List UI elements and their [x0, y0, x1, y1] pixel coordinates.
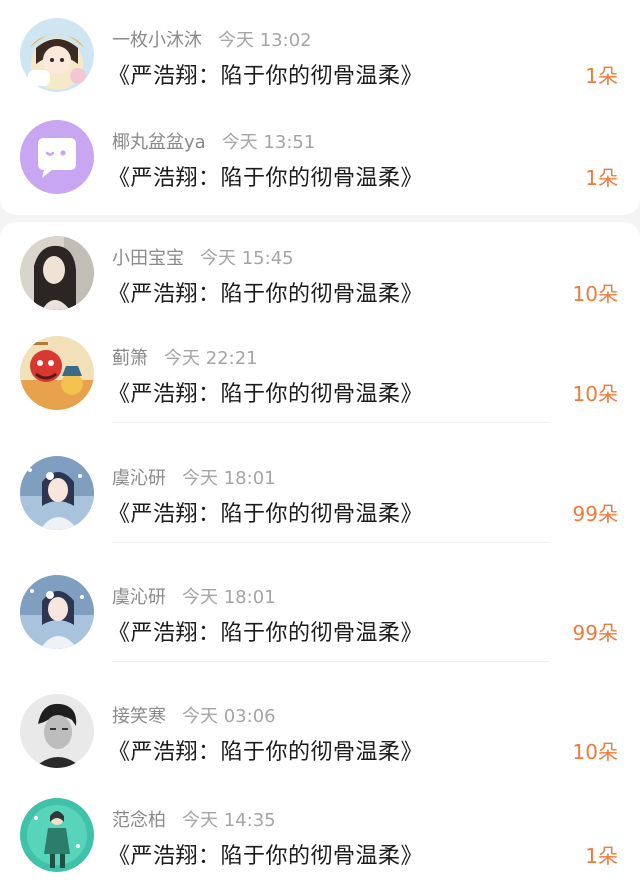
- flower-count: 1朵: [585, 166, 618, 190]
- flower-count: 99朵: [572, 502, 618, 526]
- username[interactable]: 一枚小沐沐: [112, 30, 202, 51]
- row-meta: 范念柏 今天 14:35: [112, 806, 276, 832]
- list-item[interactable]: 虞沁研 今天 18:01 《严浩翔：陷于你的彻骨温柔》 99朵: [0, 438, 640, 543]
- book-title[interactable]: 《严浩翔：陷于你的彻骨温柔》: [108, 496, 423, 528]
- divider: [112, 542, 550, 543]
- list-item[interactable]: 一枚小沐沐 今天 13:02 《严浩翔：陷于你的彻骨温柔》 1朵: [0, 0, 640, 105]
- row-meta: 虞沁研 今天 18:01: [112, 464, 276, 490]
- timestamp: 今天 14:35: [182, 810, 276, 831]
- timestamp: 今天 18:01: [182, 468, 276, 489]
- timestamp: 今天 15:45: [200, 248, 294, 269]
- list-item[interactable]: 小田宝宝 今天 15:45 《严浩翔：陷于你的彻骨温柔》 10朵: [0, 218, 640, 323]
- list-item[interactable]: 范念柏 今天 14:35 《严浩翔：陷于你的彻骨温柔》 1朵: [0, 780, 640, 885]
- row-meta: 接笑寒 今天 03:06: [112, 702, 276, 728]
- row-meta: 一枚小沐沐 今天 13:02: [112, 26, 312, 52]
- username[interactable]: 椰丸盆盆ya: [112, 132, 206, 153]
- username[interactable]: 小田宝宝: [112, 248, 184, 269]
- row-meta: 蓟箫 今天 22:21: [112, 344, 258, 370]
- flower-count: 10朵: [572, 282, 618, 306]
- timestamp: 今天 13:51: [221, 132, 316, 153]
- flower-count: 10朵: [572, 740, 618, 764]
- list-item[interactable]: 虞沁研 今天 18:01 《严浩翔：陷于你的彻骨温柔》 99朵: [0, 557, 640, 662]
- flower-count: 10朵: [572, 382, 618, 406]
- bw-portrait-avatar[interactable]: [20, 694, 94, 768]
- username[interactable]: 接笑寒: [112, 706, 166, 727]
- username[interactable]: 范念柏: [112, 810, 166, 831]
- timestamp: 今天 03:06: [182, 706, 276, 727]
- row-meta: 椰丸盆盆ya 今天 13:51: [112, 128, 315, 154]
- book-title[interactable]: 《严浩翔：陷于你的彻骨温柔》: [108, 838, 423, 870]
- timestamp: 今天 22:21: [164, 348, 258, 369]
- book-title[interactable]: 《严浩翔：陷于你的彻骨温柔》: [108, 734, 423, 766]
- book-title[interactable]: 《严浩翔：陷于你的彻骨温柔》: [108, 58, 423, 90]
- portrait-avatar[interactable]: [20, 236, 94, 310]
- username[interactable]: 虞沁研: [112, 587, 166, 608]
- list-item[interactable]: 蓟箫 今天 22:21 《严浩翔：陷于你的彻骨温柔》 10朵: [0, 318, 640, 423]
- book-title[interactable]: 《严浩翔：陷于你的彻骨温柔》: [108, 615, 423, 647]
- anime-girl-avatar[interactable]: [20, 456, 94, 530]
- flower-count: 99朵: [572, 621, 618, 645]
- flower-count: 1朵: [585, 64, 618, 88]
- username[interactable]: 虞沁研: [112, 468, 166, 489]
- list-item[interactable]: 椰丸盆盆ya 今天 13:51 《严浩翔：陷于你的彻骨温柔》 1朵: [0, 102, 640, 207]
- book-title[interactable]: 《严浩翔：陷于你的彻骨温柔》: [108, 160, 423, 192]
- book-title[interactable]: 《严浩翔：陷于你的彻骨温柔》: [108, 276, 423, 308]
- teal-figure-avatar[interactable]: [20, 798, 94, 872]
- divider: [112, 661, 550, 662]
- row-meta: 小田宝宝 今天 15:45: [112, 244, 294, 270]
- username[interactable]: 蓟箫: [112, 348, 148, 369]
- default-chat-avatar[interactable]: [20, 120, 94, 194]
- illustration-avatar[interactable]: [20, 336, 94, 410]
- timestamp: 今天 13:02: [218, 30, 312, 51]
- row-meta: 虞沁研 今天 18:01: [112, 583, 276, 609]
- flower-count: 1朵: [585, 844, 618, 868]
- anime-girl-avatar[interactable]: [20, 575, 94, 649]
- list-item[interactable]: 接笑寒 今天 03:06 《严浩翔：陷于你的彻骨温柔》 10朵: [0, 676, 640, 781]
- cartoon-girl-avatar[interactable]: [20, 18, 94, 92]
- divider: [112, 422, 550, 423]
- timestamp: 今天 18:01: [182, 587, 276, 608]
- book-title[interactable]: 《严浩翔：陷于你的彻骨温柔》: [108, 376, 423, 408]
